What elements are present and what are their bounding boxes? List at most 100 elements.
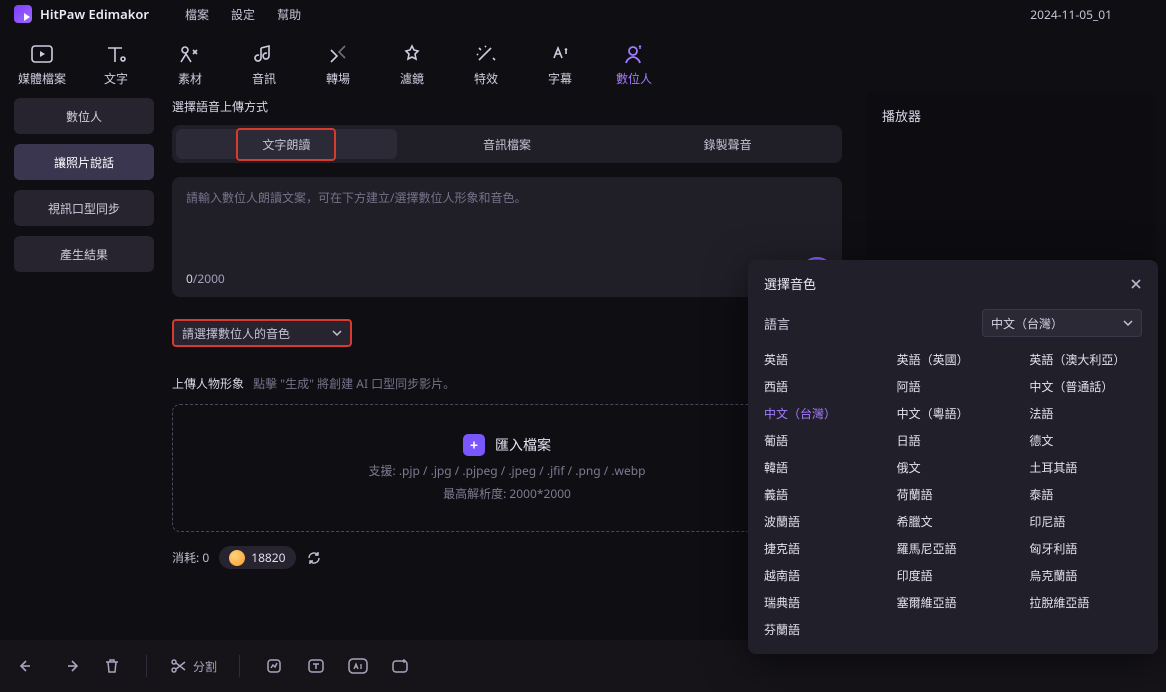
- tab-tts-label: 文字朗讀: [262, 136, 310, 153]
- language-option[interactable]: 烏克蘭語: [1029, 567, 1142, 584]
- crop-icon: [265, 657, 283, 675]
- refresh-button[interactable]: [306, 550, 322, 566]
- transition-icon: [326, 42, 350, 66]
- language-option[interactable]: 荷蘭語: [897, 486, 1010, 503]
- chevron-down-icon: [1123, 318, 1133, 328]
- language-option[interactable]: 捷克語: [764, 540, 877, 557]
- add-media-icon: [391, 657, 409, 675]
- language-option[interactable]: 印度語: [897, 567, 1010, 584]
- language-option[interactable]: 匈牙利語: [1029, 540, 1142, 557]
- player-title: 播放器: [882, 106, 1140, 125]
- ai-icon: [347, 657, 369, 675]
- tool-transition[interactable]: 轉場: [306, 33, 370, 87]
- tool-audio-label: 音訊: [252, 70, 276, 87]
- sidebar-item-talking-photo[interactable]: 讓照片說話: [14, 144, 154, 180]
- voice-select[interactable]: 請選擇數位人的音色: [172, 319, 352, 347]
- sidebar-item-label: 視訊口型同步: [48, 200, 120, 217]
- refresh-icon: [306, 550, 322, 566]
- language-option[interactable]: 印尼語: [1029, 513, 1142, 530]
- delete-button[interactable]: [100, 654, 124, 678]
- tool-audio[interactable]: 音訊: [232, 33, 296, 87]
- tool-avatar[interactable]: 數位人: [602, 33, 666, 87]
- language-option[interactable]: 日語: [897, 432, 1010, 449]
- tab-audiofile[interactable]: 音訊檔案: [397, 136, 618, 153]
- menu-help[interactable]: 幫助: [277, 6, 301, 23]
- scissors-icon: [169, 657, 187, 675]
- titlebar: HitPaw Edimakor 檔案 設定 幫助 2024-11-05_01: [0, 0, 1166, 28]
- language-option[interactable]: 韓語: [764, 459, 877, 476]
- trash-icon: [103, 657, 121, 675]
- redo-button[interactable]: [58, 654, 82, 678]
- language-option[interactable]: 義語: [764, 486, 877, 503]
- tool-subtitle-label: 字幕: [548, 70, 572, 87]
- language-option[interactable]: 俄文: [897, 459, 1010, 476]
- crop-button[interactable]: [262, 654, 286, 678]
- script-input[interactable]: 請輸入數位人朗讀文案，可在下方建立/選擇數位人形象和音色。 0/2000: [172, 177, 842, 297]
- tab-record[interactable]: 錄製聲音: [617, 136, 838, 153]
- language-option[interactable]: 塞爾維亞語: [897, 594, 1010, 611]
- language-option[interactable]: 希臘文: [897, 513, 1010, 530]
- credit-amount: 18820: [251, 549, 285, 566]
- language-select[interactable]: 中文（台灣）: [982, 309, 1142, 337]
- timestamp: 2024-11-05_01: [1030, 6, 1152, 23]
- tool-filter-label: 濾鏡: [400, 70, 424, 87]
- credit-balance[interactable]: 18820: [219, 546, 295, 569]
- menu-settings[interactable]: 設定: [231, 6, 255, 23]
- language-option[interactable]: 芬蘭語: [764, 621, 877, 638]
- language-option[interactable]: 阿語: [897, 378, 1010, 395]
- split-label: 分割: [193, 658, 217, 675]
- credits-row: 消耗: 0 18820: [172, 546, 842, 569]
- language-option[interactable]: 葡語: [764, 432, 877, 449]
- tab-tts[interactable]: 文字朗讀: [176, 129, 397, 159]
- sidebar-item-results[interactable]: 產生結果: [14, 236, 154, 272]
- language-option[interactable]: 西語: [764, 378, 877, 395]
- upload-dropzone[interactable]: + 匯入檔案 支援: .pjp / .jpg / .pjpeg / .jpeg …: [172, 404, 842, 532]
- language-option[interactable]: 英語（英國）: [897, 351, 1010, 368]
- tool-subtitle[interactable]: 字幕: [528, 33, 592, 87]
- language-option[interactable]: 拉脫維亞語: [1029, 594, 1142, 611]
- tool-filter[interactable]: 濾鏡: [380, 33, 444, 87]
- language-option[interactable]: 越南語: [764, 567, 877, 584]
- language-option[interactable]: 泰語: [1029, 486, 1142, 503]
- tool-text[interactable]: 文字: [84, 33, 148, 87]
- close-button[interactable]: [1130, 278, 1142, 290]
- section-title: 選擇語音上傳方式: [172, 98, 842, 115]
- tool-sticker[interactable]: 素材: [158, 33, 222, 87]
- add-media-button[interactable]: [388, 654, 412, 678]
- language-option[interactable]: 瑞典語: [764, 594, 877, 611]
- sidebar-item-avatar[interactable]: 數位人: [14, 98, 154, 134]
- language-option[interactable]: 英語: [764, 351, 877, 368]
- text-box-button[interactable]: [304, 654, 328, 678]
- language-option[interactable]: 波蘭語: [764, 513, 877, 530]
- language-grid: 英語 英語（英國） 英語（澳大利亞） 西語 阿語 中文（普通話） 中文（台灣） 中文（粵語） 法…: [764, 351, 1142, 638]
- menu-file[interactable]: 檔案: [185, 6, 209, 23]
- language-option[interactable]: 中文（台灣）: [764, 405, 877, 422]
- language-option[interactable]: 中文（粵語）: [897, 405, 1010, 422]
- language-option[interactable]: 羅馬尼亞語: [897, 540, 1010, 557]
- language-option[interactable]: 土耳其語: [1029, 459, 1142, 476]
- chevron-down-icon: [332, 328, 342, 338]
- language-option[interactable]: 法語: [1029, 405, 1142, 422]
- language-option[interactable]: 中文（普通話）: [1029, 378, 1142, 395]
- undo-button[interactable]: [16, 654, 40, 678]
- split-button[interactable]: 分割: [169, 657, 217, 675]
- char-count: 0: [186, 270, 193, 287]
- ai-button[interactable]: [346, 654, 370, 678]
- redo-icon: [60, 657, 80, 675]
- upload-hint: 點擊 "生成" 將創建 AI 口型同步影片。: [253, 375, 455, 392]
- plus-icon: +: [463, 434, 485, 456]
- tool-effects[interactable]: 特效: [454, 33, 518, 87]
- tool-effects-label: 特效: [474, 70, 498, 87]
- text-icon: [104, 42, 128, 66]
- language-option[interactable]: 英語（澳大利亞）: [1029, 351, 1142, 368]
- popup-title: 選擇音色: [764, 274, 816, 293]
- language-option[interactable]: 德文: [1029, 432, 1142, 449]
- tool-avatar-label: 數位人: [616, 70, 652, 87]
- sidebar-item-label: 讓照片說話: [54, 154, 114, 171]
- sidebar: 數位人 讓照片說話 視訊口型同步 產生結果: [14, 92, 154, 640]
- sidebar-item-lipsync[interactable]: 視訊口型同步: [14, 190, 154, 226]
- divider: [146, 655, 147, 677]
- tab-audiofile-label: 音訊檔案: [483, 136, 531, 153]
- tool-media[interactable]: 媒體檔案: [10, 33, 74, 87]
- upload-resolution: 最高解析度: 2000*2000: [443, 485, 571, 502]
